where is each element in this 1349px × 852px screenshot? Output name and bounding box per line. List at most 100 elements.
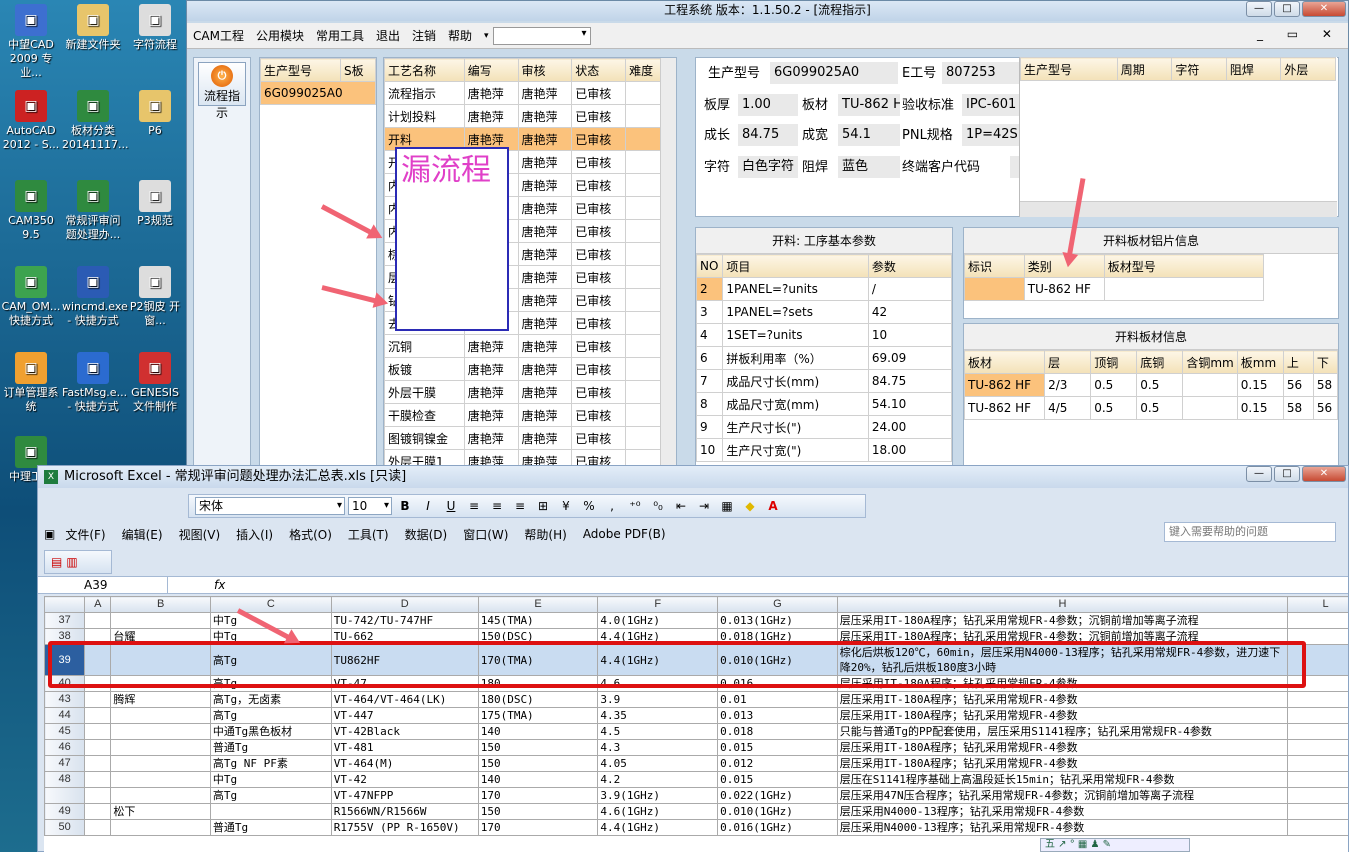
cell[interactable]: 高Tg	[209, 675, 332, 692]
pdf-icon[interactable]: ▤	[51, 555, 62, 569]
flow-row[interactable]: 计划投料 唐艳萍 唐艳萍 已审核	[384, 104, 662, 128]
cell[interactable]	[209, 803, 332, 820]
col-header[interactable]: 外层	[1280, 57, 1336, 81]
cell[interactable]	[84, 723, 112, 740]
cell[interactable]: 高Tg	[209, 787, 332, 804]
cell[interactable]: 高Tg	[209, 644, 332, 676]
row-header[interactable]	[44, 787, 86, 804]
cell[interactable]: 层压采用IT-180A程序；钻孔采用常规FR-4参数	[836, 739, 1289, 756]
prod-value[interactable]: 6G099025A0	[770, 62, 898, 84]
help-search-input[interactable]: 键入需要帮助的问题	[1164, 522, 1336, 542]
col-header[interactable]: 层	[1044, 350, 1092, 374]
cell[interactable]: 150(DSC)	[477, 628, 599, 645]
menu-format[interactable]: 格式(O)	[289, 526, 332, 543]
minimize-icon[interactable]: —	[1246, 466, 1272, 482]
maximize-icon[interactable]: □	[1274, 466, 1300, 482]
scrollbar[interactable]	[660, 58, 676, 466]
font-color-icon[interactable]: A	[763, 497, 783, 515]
desktop-icon[interactable]: ▣ 板材分类 20141117...	[62, 90, 128, 152]
col-header[interactable]: 含铜mm	[1182, 350, 1238, 374]
cell[interactable]: 高Tg，无卤素	[209, 691, 332, 708]
indent-icon[interactable]: ⇥	[694, 497, 714, 515]
cell[interactable]: 层压采用IT-180A程序；钻孔采用常规FR-4参数；沉铜前增加等离子流程	[836, 628, 1289, 645]
cell[interactable]: 高Tg	[209, 707, 332, 724]
currency-icon[interactable]: ¥	[556, 497, 576, 515]
cell[interactable]: 0.010(1GHz)	[717, 803, 838, 820]
cell[interactable]	[84, 612, 112, 629]
cell[interactable]: 150	[477, 803, 599, 820]
cell[interactable]: R1755V (PP R-1650V)	[330, 819, 479, 836]
cell[interactable]	[1287, 707, 1348, 724]
table-row[interactable]: 50 普通Tg R1755V (PP R-1650V) 170 4.4(1GHz) 0.0…	[44, 819, 1348, 836]
table-row[interactable]: 高Tg VT-47NFPP 170 3.9(1GHz) 0.022(1GHz) 层压采用4…	[44, 787, 1348, 804]
row-header[interactable]: 39	[44, 644, 86, 676]
cell[interactable]: VT-481	[330, 739, 479, 756]
cell[interactable]: 层压采用IT-180A程序；钻孔采用常规FR-4参数	[836, 707, 1289, 724]
col-header[interactable]: 生产型号	[260, 58, 341, 82]
row-header[interactable]: 43	[44, 691, 86, 708]
desktop-icon[interactable]: ▣ wincmd.exe - 快捷方式	[62, 266, 128, 328]
flow-row[interactable]: 板镀 唐艳萍 唐艳萍 已审核	[384, 357, 662, 381]
column-header[interactable]: C	[209, 596, 332, 613]
table-row[interactable]: 39 高Tg TU862HF 170(TMA) 4.4(1GHz) 0.010(1GHz)…	[44, 644, 1348, 676]
cell[interactable]	[110, 707, 211, 724]
cell[interactable]	[84, 771, 112, 788]
table-row[interactable]: 47 高Tg NF PF素 VT-464(M) 150 4.05 0.012 层压采用IT-…	[44, 755, 1348, 772]
cell[interactable]: 3.9	[597, 691, 719, 708]
cell[interactable]: TU-662	[330, 628, 479, 645]
col-header[interactable]: 项目	[722, 254, 869, 278]
cell[interactable]: 145(TMA)	[477, 612, 599, 629]
cell[interactable]: 140	[477, 723, 599, 740]
cell[interactable]: 150	[477, 755, 599, 772]
row-header[interactable]: 44	[44, 707, 86, 724]
cell[interactable]: TU-742/TU-747HF	[330, 612, 479, 629]
col-header[interactable]: 上	[1282, 350, 1314, 374]
cell[interactable]	[1287, 739, 1348, 756]
table-row[interactable]: 9 生产尺寸长(") 24.00	[696, 415, 952, 439]
table-row[interactable]: 8 成品尺寸宽(mm) 54.10	[696, 392, 952, 416]
col-header[interactable]: 编写	[463, 58, 519, 82]
cell[interactable]: VT-47NFPP	[330, 787, 479, 804]
cell[interactable]: 4.6	[597, 675, 719, 692]
table-row[interactable]: 10 生产尺寸宽(") 18.00	[696, 438, 952, 462]
size-select[interactable]: 10	[348, 497, 392, 515]
wid-value[interactable]: 54.1	[838, 124, 900, 146]
name-box[interactable]: A39	[44, 577, 168, 593]
cell[interactable]: 层压采用IT-180A程序；钻孔采用常规FR-4参数；沉铜前增加等离子流程	[836, 612, 1289, 629]
cell[interactable]: 170	[477, 787, 599, 804]
menu-window[interactable]: 窗口(W)	[463, 526, 508, 543]
cell[interactable]: 180(DSC)	[477, 691, 599, 708]
flow-row[interactable]: 流程指示 唐艳萍 唐艳萍 已审核	[384, 81, 662, 105]
fx-icon[interactable]: fx	[214, 577, 225, 593]
row-header[interactable]: 40	[44, 675, 86, 692]
cell[interactable]	[1287, 628, 1348, 645]
cell[interactable]: 0.022(1GHz)	[717, 787, 838, 804]
column-header[interactable]: G	[717, 596, 838, 613]
outdent-icon[interactable]: ⇤	[671, 497, 691, 515]
cell[interactable]: 层压采用N4000-13程序；钻孔采用常规FR-4参数	[836, 819, 1289, 836]
cell[interactable]: VT-447	[330, 707, 479, 724]
mat-value[interactable]: TU-862 H	[838, 94, 900, 116]
cell[interactable]: 170	[477, 819, 599, 836]
cell[interactable]: 150	[477, 739, 599, 756]
font-select[interactable]: 宋体	[195, 497, 345, 515]
cell[interactable]: 普通Tg	[209, 819, 332, 836]
percent-icon[interactable]: %	[579, 497, 599, 515]
col-header[interactable]: NO	[696, 254, 724, 278]
cell[interactable]	[1287, 723, 1348, 740]
cell[interactable]	[110, 739, 211, 756]
mask-value[interactable]: 蓝色	[838, 156, 900, 178]
desktop-icon[interactable]: ▣ 字符流程	[124, 4, 186, 52]
table-row[interactable]: 7 成品尺寸长(mm) 84.75	[696, 369, 952, 393]
cell[interactable]	[1287, 675, 1348, 692]
cell[interactable]	[110, 819, 211, 836]
desktop-icon[interactable]: ▣ CAM350 9.5	[0, 180, 62, 242]
col-header[interactable]: 板材型号	[1103, 254, 1265, 278]
mdi-controls[interactable]: _ ▭ ✕	[1257, 27, 1342, 41]
col-header[interactable]: 底铜	[1136, 350, 1184, 374]
pnl-value[interactable]: 1P=42S	[962, 124, 1022, 146]
menu-exit[interactable]: 退出	[376, 27, 400, 44]
cell[interactable]: VT-464(M)	[330, 755, 479, 772]
cell[interactable]: 0.010(1GHz)	[717, 644, 838, 676]
model-row[interactable]: 6G099025A0	[260, 81, 376, 105]
